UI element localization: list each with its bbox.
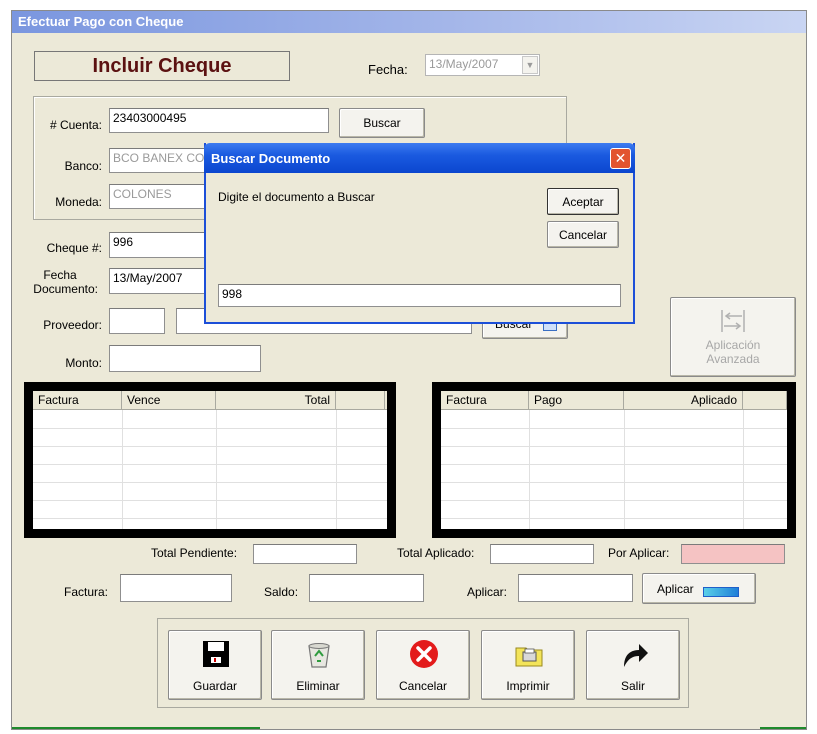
grid-row-line <box>441 446 787 447</box>
fecha-documento-label-line2: Documento: <box>33 282 98 296</box>
cuenta-input[interactable]: 23403000495 <box>109 108 329 133</box>
grid-col-line <box>529 410 530 529</box>
cheque-input[interactable]: 996 <box>109 232 219 258</box>
fecha-select[interactable]: 13/May/2007 ▼ <box>425 54 540 76</box>
grid-row-line <box>33 428 387 429</box>
salir-button[interactable]: Salir <box>586 630 680 700</box>
monto-label: Monto: <box>65 356 102 370</box>
grid-col-line <box>743 410 744 529</box>
guardar-button[interactable]: Guardar <box>168 630 262 700</box>
fecha-documento-label-line1: Fecha <box>43 268 77 282</box>
saldo-input <box>309 574 424 602</box>
window-title: Efectuar Pago con Cheque <box>12 11 806 33</box>
proveedor-code-input[interactable] <box>109 308 165 334</box>
cancelar-label: Cancelar <box>398 679 448 693</box>
moneda-label: Moneda: <box>55 195 102 209</box>
por-aplicar-label: Por Aplicar: <box>608 546 670 560</box>
fecha-value: 13/May/2007 <box>429 57 499 71</box>
aplicacion-avanzada-line1: Aplicación <box>705 338 761 352</box>
total-pendiente-input <box>253 544 357 564</box>
invoice-grid-header: Factura Vence Total <box>33 391 387 410</box>
aplicar-label: Aplicar: <box>467 585 508 599</box>
col-aplicado[interactable]: Aplicado <box>624 391 743 410</box>
aplicacion-avanzada-line2: Avanzada <box>706 352 760 366</box>
grid-row-line <box>33 500 387 501</box>
total-pendiente-label: Total Pendiente: <box>151 546 238 560</box>
curved-arrow-icon <box>624 644 648 667</box>
page-heading: Incluir Cheque <box>34 51 290 81</box>
cancelar-button[interactable]: Cancelar <box>376 630 470 700</box>
col-extra <box>336 391 385 410</box>
grid-col-line <box>216 410 217 529</box>
grid-row-line <box>33 482 387 483</box>
action-toolbar: Guardar Eliminar Cancelar Imprimir Salir <box>157 618 689 708</box>
por-aplicar-input <box>681 544 785 564</box>
grid-row-line <box>441 464 787 465</box>
check-pen-icon <box>703 587 739 597</box>
applied-grid[interactable]: Factura Pago Aplicado <box>441 391 787 529</box>
grid-row-line <box>441 518 787 519</box>
grid-row-line <box>33 518 387 519</box>
aplicar-button-label: Aplicar <box>657 581 694 596</box>
cuenta-label: # Cuenta: <box>49 118 102 132</box>
saldo-label: Saldo: <box>264 585 299 599</box>
applied-grid-frame: Factura Pago Aplicado <box>432 382 796 538</box>
proveedor-label: Proveedor: <box>43 318 102 332</box>
aplicar-input[interactable] <box>518 574 633 602</box>
grid-row-line <box>33 446 387 447</box>
grid-col-line <box>336 410 337 529</box>
aplicar-button[interactable]: Aplicar <box>642 573 756 604</box>
total-aplicado-input <box>490 544 594 564</box>
fecha-documento-label: Fecha Documento: <box>22 268 98 296</box>
grid-row-line <box>441 500 787 501</box>
fecha-label: Fecha: <box>368 62 408 77</box>
dialog-title: Buscar Documento ✕ <box>204 143 635 173</box>
guardar-label: Guardar <box>192 679 238 693</box>
col-factura[interactable]: Factura <box>441 391 529 410</box>
printer-folder-icon <box>515 647 543 667</box>
factura-input[interactable] <box>120 574 232 602</box>
grid-row-line <box>33 464 387 465</box>
arrows-swap-icon <box>721 310 745 332</box>
monto-input[interactable] <box>109 345 261 372</box>
invoice-grid-frame: Factura Vence Total <box>24 382 396 538</box>
col-total[interactable]: Total <box>216 391 336 410</box>
floppy-disk-icon <box>203 641 229 667</box>
grid-col-line <box>624 410 625 529</box>
col-extra <box>743 391 787 410</box>
banco-label: Banco: <box>64 159 102 173</box>
main-window: Efectuar Pago con Cheque Incluir Cheque … <box>11 10 807 730</box>
grid-row-line <box>441 428 787 429</box>
close-icon[interactable]: ✕ <box>610 148 631 169</box>
buscar-documento-dialog: Buscar Documento ✕ Digite el documento a… <box>204 143 635 324</box>
factura-label: Factura: <box>64 585 109 599</box>
applied-grid-header: Factura Pago Aplicado <box>441 391 787 410</box>
red-x-icon <box>410 640 438 668</box>
status-strip-left <box>12 727 260 729</box>
col-vence[interactable]: Vence <box>122 391 216 410</box>
salir-label: Salir <box>620 679 645 693</box>
documento-input[interactable]: 998 <box>218 284 621 307</box>
grid-col-line <box>122 410 123 529</box>
grid-row-line <box>441 482 787 483</box>
dialog-cancelar-button[interactable]: Cancelar <box>547 221 619 248</box>
imprimir-button[interactable]: Imprimir <box>481 630 575 700</box>
recycle-bin-icon <box>308 643 330 668</box>
chevron-down-icon: ▼ <box>522 56 538 74</box>
total-aplicado-label: Total Aplicado: <box>397 546 475 560</box>
dialog-prompt: Digite el documento a Buscar <box>218 190 375 204</box>
imprimir-label: Imprimir <box>506 679 550 693</box>
col-factura[interactable]: Factura <box>33 391 122 410</box>
eliminar-label: Eliminar <box>296 679 340 693</box>
invoice-grid[interactable]: Factura Vence Total <box>33 391 387 529</box>
aplicacion-avanzada-button[interactable]: Aplicación Avanzada <box>670 297 796 377</box>
fecha-documento-input[interactable]: 13/May/2007 <box>109 268 219 294</box>
buscar-cuenta-button[interactable]: Buscar <box>339 108 425 138</box>
dialog-title-text: Buscar Documento <box>211 151 331 166</box>
eliminar-button[interactable]: Eliminar <box>271 630 365 700</box>
status-strip-right <box>760 727 806 729</box>
aceptar-button[interactable]: Aceptar <box>547 188 619 215</box>
col-pago[interactable]: Pago <box>529 391 624 410</box>
cheque-label: Cheque #: <box>46 241 102 255</box>
